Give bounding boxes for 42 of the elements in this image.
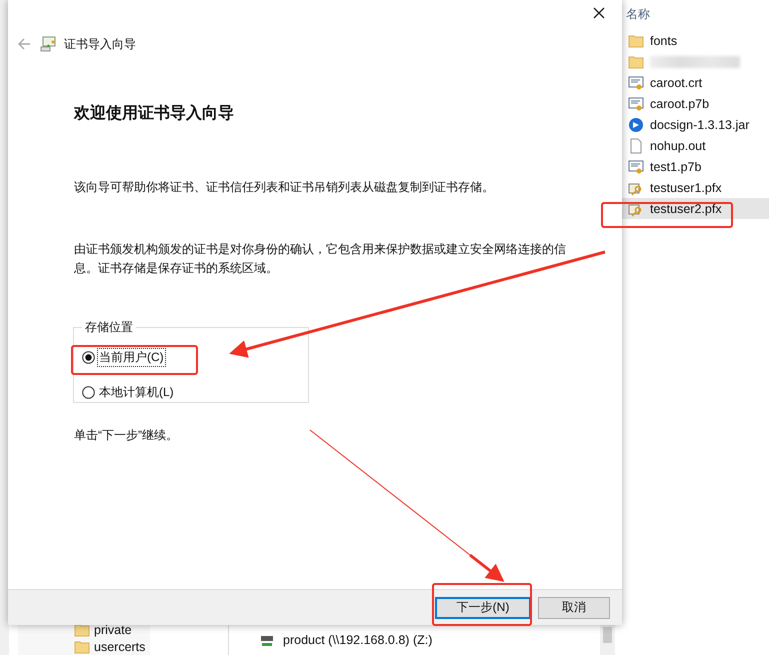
folder-icon <box>74 638 90 654</box>
folder-icon <box>628 54 644 70</box>
file-row[interactable]: fonts <box>622 30 769 51</box>
file-row[interactable]: testuser1.pfx <box>622 177 769 198</box>
certificate-icon <box>628 158 644 174</box>
intro-text: 该向导可帮助你将证书、证书信任列表和证书吊销列表从磁盘复制到证书存储。 <box>74 179 494 196</box>
certificate-icon <box>628 96 644 112</box>
folder-icon <box>628 32 644 48</box>
file-name: testuser2.pfx <box>650 202 722 216</box>
radio-label[interactable]: 当前用户(C) <box>97 348 166 367</box>
file-row[interactable]: caroot.crt <box>622 72 769 93</box>
hint-text: 单击“下一步”继续。 <box>74 427 178 444</box>
folder-name[interactable]: usercerts <box>94 640 146 654</box>
file-row[interactable]: test1.p7b <box>622 156 769 177</box>
radio-button[interactable] <box>82 386 95 399</box>
file-row[interactable]: docsign-1.3.13.jar <box>622 114 769 135</box>
document-icon <box>628 138 644 154</box>
file-name: fonts <box>650 34 678 48</box>
file-name: caroot.crt <box>650 76 702 90</box>
certificate-wizard-icon <box>40 36 56 52</box>
file-row[interactable]: nohup.out <box>622 135 769 156</box>
wizard-title: 证书导入向导 <box>64 36 136 52</box>
folder-name[interactable]: private <box>94 622 132 636</box>
scrollbar[interactable] <box>600 625 615 655</box>
next-button[interactable]: 下一步(N) <box>435 596 531 618</box>
radio-button[interactable] <box>82 351 95 364</box>
drive-name[interactable]: product (\\192.168.0.8) (Z:) <box>283 633 432 647</box>
file-name: caroot.p7b <box>650 96 710 110</box>
certificate-icon <box>628 74 644 90</box>
radio-label[interactable]: 本地计算机(L) <box>97 383 176 402</box>
file-row[interactable]: testuser2.pfx <box>622 198 769 219</box>
file-name: nohup.out <box>650 138 706 152</box>
cancel-button[interactable]: 取消 <box>538 596 610 618</box>
wizard-heading: 欢迎使用证书导入向导 <box>74 104 234 124</box>
file-row[interactable]: caroot.p7b <box>622 93 769 114</box>
file-name: test1.p7b <box>650 160 702 174</box>
description-text: 由证书颁发机构颁发的证书是对你身份的确认，它包含用来保护数据或建立安全网络连接的信息。证书存储是保存证书的系统区域。 <box>74 241 567 277</box>
app-icon <box>628 116 644 132</box>
column-header[interactable]: 名称 <box>622 0 769 30</box>
file-name: testuser1.pfx <box>650 180 722 194</box>
file-name: docsign-1.3.13.jar <box>650 118 750 132</box>
group-legend: 存储位置 <box>82 319 136 336</box>
